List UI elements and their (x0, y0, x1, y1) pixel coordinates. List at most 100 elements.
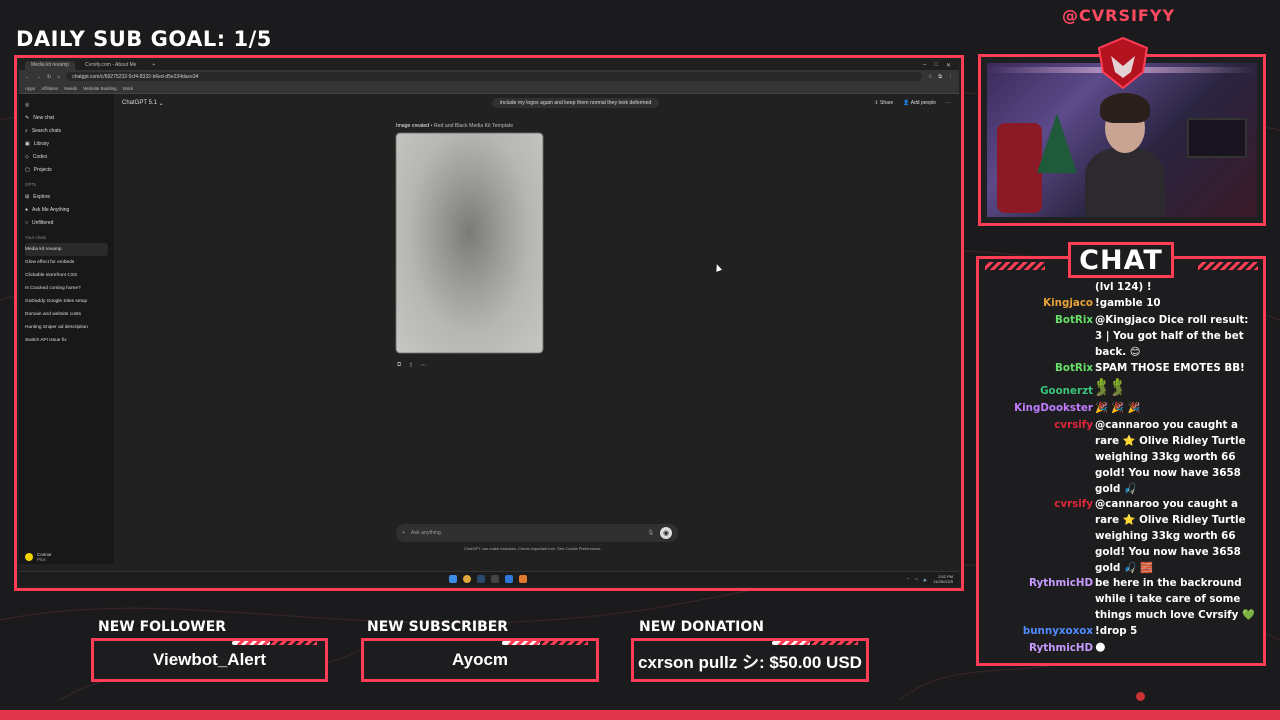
bookmark-affiliates[interactable]: Affiliates (41, 86, 58, 91)
chevron-down-icon[interactable]: ⌄ (157, 100, 164, 107)
chat-title-stripe-left (985, 262, 1045, 270)
sidebar-item-label: Library (33, 140, 50, 147)
app-icon[interactable] (505, 575, 513, 583)
forward-icon[interactable]: → (36, 74, 41, 80)
bookmark-needs[interactable]: Needs (64, 86, 77, 91)
streamer-hair (1100, 93, 1150, 123)
chat-item[interactable]: Switch API issue fix (25, 334, 108, 347)
copy-icon[interactable]: ⧉ (397, 362, 401, 369)
chrome-icon[interactable] (463, 575, 471, 583)
sidebar-item-ask-me-anything[interactable]: ● Ask Me Anything (25, 203, 108, 216)
volume-icon[interactable]: 🔈 (923, 577, 928, 582)
composer[interactable]: + Ask anything 🎙 ◉ (396, 524, 678, 542)
sidebar-item-library[interactable]: ▣ Library (25, 137, 108, 150)
more-icon[interactable]: ⋯ (420, 362, 426, 369)
tab-media-kit[interactable]: Media kit revamp (25, 60, 76, 70)
chat-item[interactable]: Media kit revamp (25, 243, 108, 256)
back-icon[interactable]: ← (25, 74, 30, 80)
chat-item[interactable]: Is Cracked coming home? (25, 282, 108, 295)
chat-username[interactable]: cvrsify (1054, 496, 1093, 512)
menu-icon[interactable]: ⋮ (948, 74, 953, 80)
minimize-icon[interactable]: – (923, 62, 926, 69)
maximize-icon[interactable]: □ (934, 62, 938, 69)
user-plan: Plus (37, 557, 46, 562)
sidebar-item-label: Ask Me Anything (32, 206, 70, 213)
indicator-dot (1136, 692, 1145, 701)
chats-section-label: Your chats (25, 235, 47, 240)
plus-icon[interactable]: + (402, 530, 405, 536)
chat-username[interactable]: bunnyxoxox (1023, 623, 1093, 639)
openai-logo-icon[interactable]: ◎ (25, 98, 108, 111)
sidebar-item-explore[interactable]: ⊞ Explore (25, 190, 108, 203)
bookmark-website-building[interactable]: Website Building (83, 86, 116, 91)
sidebar-item-codex[interactable]: ◇ Codex (25, 150, 108, 163)
microphone-icon[interactable]: 🎙 (647, 530, 654, 536)
composer-input[interactable]: Ask anything (411, 530, 441, 536)
chat-text: @cannaroo you caught a rare ⭐ Olive Ridl… (1095, 419, 1246, 495)
sidebar-item-unfiltered[interactable]: ○ Unfiltered (25, 216, 108, 229)
chat-username[interactable]: RythmicHD (1029, 575, 1093, 591)
tray-chevron-icon[interactable]: ⌃ (906, 577, 909, 582)
chat-username[interactable]: BotRix (1055, 360, 1093, 376)
share-button[interactable]: ⇪ Share (874, 100, 893, 106)
chat-username[interactable]: Kingjaco (1043, 295, 1093, 311)
chat-messages: (lvl 124) ! Kingjaco !gamble 10 BotRix @King… (979, 281, 1263, 665)
sidebar-item-label: Search chats (31, 127, 61, 134)
extensions-icon[interactable]: ⧉ (938, 74, 942, 80)
chat-item[interactable]: GoDaddy Google Sites setup (25, 295, 108, 308)
alert-bar-stripe (778, 641, 858, 645)
image-caption-title: Red and Black Media Kit Template (433, 123, 514, 129)
monitor (1187, 118, 1247, 158)
christmas-tree (1037, 113, 1077, 173)
sidebar-item-label: Unfiltered (32, 219, 54, 226)
chat-text: 🌑 (1095, 642, 1106, 654)
tab-cvrsify[interactable]: Cvrsify.com - About Me (79, 61, 142, 70)
close-icon[interactable]: ✕ (946, 62, 951, 69)
sidebar-item-new-chat[interactable]: ✎ New chat (25, 111, 108, 124)
sub-goal-text: DAILY SUB GOAL: 1/5 (16, 27, 272, 51)
chat-username[interactable]: Goonerzt (1040, 383, 1093, 399)
wifi-icon[interactable]: ◠ (915, 577, 919, 582)
disclaimer: ChatGPT can make mistakes. Check importa… (464, 546, 602, 551)
home-icon[interactable]: ⌂ (57, 74, 60, 80)
app-icon[interactable] (491, 575, 499, 583)
chat-text: 🐊 🐊 (1095, 385, 1125, 397)
address-input[interactable]: chatgpt.com/c/69275232-5cf4-8332-b6ed-d5… (66, 72, 922, 81)
chat-username[interactable]: KingDookster (1014, 400, 1093, 416)
sidebar-item-search[interactable]: ⌕ Search chats (25, 124, 108, 137)
chat-item[interactable]: Hunting Sniper ad description (25, 321, 108, 334)
chat-username[interactable]: cvrsify (1054, 417, 1093, 433)
model-selector[interactable]: ChatGPT 5.1 (122, 100, 157, 106)
bookmark-apps[interactable]: Apps (25, 86, 35, 91)
share-icon[interactable]: ⇧ (408, 362, 413, 369)
subscriber-value: Ayocm (451, 650, 509, 669)
reload-icon[interactable]: ↻ (47, 74, 51, 80)
more-options-icon[interactable]: ⋯ (946, 100, 951, 106)
sidebar-item-projects[interactable]: ▢ Projects (25, 163, 108, 176)
chat-item[interactable]: Clickable storefront CSS (25, 269, 108, 282)
system-tray: ⌃ ◠ 🔈 2:52 PM 11/26/2025 (906, 574, 953, 584)
bookmark-work[interactable]: Work (123, 86, 133, 91)
voice-mode-button[interactable]: ◉ (660, 527, 672, 539)
app-icon[interactable] (519, 575, 527, 583)
alert-bar-stripe (237, 641, 317, 645)
follower-box: Viewbot_Alert (91, 638, 328, 682)
chat-item[interactable]: Glow effect for embeds (25, 256, 108, 269)
subscriber-label: NEW SUBSCRIBER (367, 619, 509, 635)
steam-icon[interactable] (477, 575, 485, 583)
windows-start-icon[interactable] (449, 575, 457, 583)
user-message-bubble: include my logos again and keep them nor… (492, 98, 660, 108)
chat-item[interactable]: Domain and website costs (25, 308, 108, 321)
chat-text: @Kingjaco Dice roll result: 3 | You got … (1095, 314, 1249, 358)
user-profile[interactable]: Connor Plus (25, 552, 52, 562)
avatar (25, 553, 33, 561)
alert-bar-stripe (508, 641, 588, 645)
chat-username[interactable]: BotRix (1055, 312, 1093, 328)
chat-username[interactable]: RythmicHD (1029, 640, 1093, 656)
new-tab-button[interactable]: + (146, 61, 161, 70)
add-people-button[interactable]: 👤 Add people (903, 100, 936, 106)
clock[interactable]: 2:52 PM 11/26/2025 (933, 574, 953, 584)
generated-image[interactable] (396, 133, 543, 353)
star-icon[interactable]: ☆ (928, 74, 932, 80)
image-caption: Image created • Red and Black Media Kit … (396, 123, 514, 129)
